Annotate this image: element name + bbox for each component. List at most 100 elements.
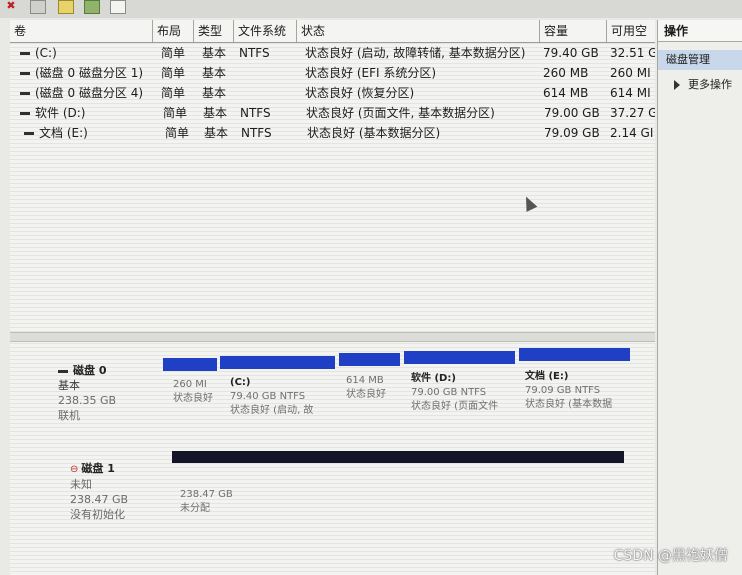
- partition-block[interactable]: 文档 (E:) 79.09 GB NTFS 状态良好 (基本数据: [525, 370, 635, 412]
- partition-bar[interactable]: [163, 358, 217, 371]
- volume-name: 软件 (D:): [35, 106, 86, 120]
- volume-layout: 简单: [163, 106, 188, 120]
- volume-row[interactable]: 文档 (E:) 简单 基本 NTFS 状态良好 (基本数据分区) 79.09 G…: [10, 124, 655, 143]
- column-header-status[interactable]: 状态: [297, 20, 540, 42]
- volume-filesystem: NTFS: [241, 126, 272, 140]
- volume-name: (磁盘 0 磁盘分区 1): [35, 66, 144, 80]
- disk-0-type: 基本: [58, 379, 80, 392]
- action-more-actions[interactable]: 更多操作: [688, 77, 732, 93]
- toolbar: ✖: [0, 0, 742, 18]
- volume-row[interactable]: (磁盘 0 磁盘分区 1) 简单 基本 状态良好 (EFI 系统分区) 260 …: [10, 64, 655, 83]
- volume-capacity: 79.40 GB: [543, 46, 599, 60]
- volume-free: 260 MI: [610, 66, 651, 80]
- volume-free: 614 MI: [610, 86, 651, 100]
- partition-name: (C:): [230, 377, 251, 388]
- volume-status: 状态良好 (页面文件, 基本数据分区): [306, 106, 495, 120]
- volume-icon: [20, 112, 30, 115]
- disk-1-type: 未知: [70, 478, 92, 491]
- disk-1-size: 238.47 GB: [70, 493, 129, 506]
- actions-pane: 操作 磁盘管理 更多操作: [657, 20, 742, 575]
- partition-status: 状态良好: [346, 389, 386, 400]
- pane-splitter[interactable]: [10, 332, 655, 342]
- partition-block[interactable]: 260 MI 状态良好: [173, 378, 219, 406]
- volume-status: 状态良好 (恢复分区): [305, 86, 415, 100]
- properties-icon[interactable]: [84, 0, 100, 14]
- window-icon[interactable]: [110, 0, 126, 14]
- volume-capacity: 614 MB: [543, 86, 589, 100]
- column-header-free[interactable]: 可用空: [607, 20, 655, 42]
- volume-type: 基本: [202, 46, 227, 60]
- unallocated-size: 238.47 GB: [180, 489, 233, 500]
- volume-free: 32.51 G: [610, 46, 655, 60]
- disk-icon: [58, 369, 68, 373]
- disk-1-info[interactable]: ⊖ 磁盘 1 未知 238.47 GB 没有初始化: [70, 461, 128, 522]
- volume-filesystem: NTFS: [240, 106, 271, 120]
- expand-arrow-icon: [674, 80, 680, 90]
- volume-status: 状态良好 (基本数据分区): [307, 126, 441, 140]
- partition-size: 79.00 GB NTFS: [411, 387, 487, 398]
- action-disk-management[interactable]: 磁盘管理: [658, 50, 742, 70]
- partition-size: 614 MB: [346, 375, 384, 386]
- volume-capacity: 79.00 GB: [544, 106, 600, 120]
- partition-size: 79.09 GB NTFS: [525, 385, 601, 396]
- disk-0-info[interactable]: 磁盘 0 基本 238.35 GB 联机: [58, 363, 116, 423]
- disk-0-size: 238.35 GB: [58, 394, 117, 407]
- unallocated-block[interactable]: 238.47 GB 未分配: [180, 488, 233, 516]
- volume-layout: 简单: [161, 86, 186, 100]
- volume-layout: 简单: [161, 46, 186, 60]
- disk-1-title: 磁盘 1: [81, 462, 115, 475]
- partition-status: 状态良好: [173, 393, 213, 404]
- volume-capacity: 260 MB: [543, 66, 589, 80]
- partition-bar[interactable]: [220, 356, 335, 369]
- partition-bar[interactable]: [519, 348, 630, 361]
- column-header-layout[interactable]: 布局: [153, 20, 194, 42]
- partition-status: 状态良好 (页面文件: [411, 401, 499, 412]
- volume-type: 基本: [203, 106, 228, 120]
- column-header-volume[interactable]: 卷: [10, 20, 153, 42]
- check-icon[interactable]: [30, 0, 46, 14]
- partition-bar[interactable]: [339, 353, 400, 366]
- volume-row[interactable]: (磁盘 0 磁盘分区 4) 简单 基本 状态良好 (恢复分区) 614 MB 6…: [10, 84, 655, 103]
- partition-block[interactable]: 614 MB 状态良好: [346, 374, 402, 402]
- partition-size: 260 MI: [173, 379, 207, 390]
- partition-bar[interactable]: [404, 351, 515, 364]
- main-pane: 卷 布局 类型 文件系统 状态 容量 可用空 (C:) 简单 基本 NTFS 状…: [10, 20, 655, 575]
- partition-status: 状态良好 (启动, 故: [230, 405, 314, 416]
- volume-type: 基本: [204, 126, 229, 140]
- partition-name: 软件 (D:): [411, 373, 456, 384]
- column-header-filesystem[interactable]: 文件系统: [234, 20, 297, 42]
- disk-0-status: 联机: [58, 409, 80, 422]
- volume-icon: [20, 72, 30, 75]
- unallocated-label: 未分配: [180, 503, 210, 514]
- volume-layout: 简单: [165, 126, 190, 140]
- close-icon[interactable]: ✖: [4, 0, 18, 12]
- volume-filesystem: NTFS: [239, 46, 270, 60]
- column-header-type[interactable]: 类型: [194, 20, 234, 42]
- volume-free: 37.27 G: [610, 106, 655, 120]
- volume-icon: [20, 92, 30, 95]
- partition-block[interactable]: 软件 (D:) 79.00 GB NTFS 状态良好 (页面文件: [411, 372, 519, 414]
- volume-capacity: 79.09 GB: [544, 126, 600, 140]
- actions-header: 操作: [658, 20, 742, 42]
- volume-icon: [24, 132, 34, 135]
- partition-status: 状态良好 (基本数据: [525, 399, 613, 410]
- volume-icon: [20, 52, 30, 55]
- volume-name: (C:): [35, 46, 57, 60]
- volume-type: 基本: [202, 66, 227, 80]
- mouse-cursor-icon: [520, 194, 538, 212]
- volume-row[interactable]: (C:) 简单 基本 NTFS 状态良好 (启动, 故障转储, 基本数据分区) …: [10, 44, 655, 63]
- folder-icon[interactable]: [58, 0, 74, 14]
- volume-layout: 简单: [161, 66, 186, 80]
- volume-name: (磁盘 0 磁盘分区 4): [35, 86, 144, 100]
- volume-row[interactable]: 软件 (D:) 简单 基本 NTFS 状态良好 (页面文件, 基本数据分区) 7…: [10, 104, 655, 123]
- partition-block[interactable]: (C:) 79.40 GB NTFS 状态良好 (启动, 故: [230, 376, 338, 418]
- disk-0-title: 磁盘 0: [73, 364, 107, 377]
- column-header-capacity[interactable]: 容量: [540, 20, 607, 42]
- unallocated-bar[interactable]: [172, 451, 624, 463]
- volume-name: 文档 (E:): [39, 126, 88, 140]
- partition-name: 文档 (E:): [525, 371, 569, 382]
- volume-type: 基本: [202, 86, 227, 100]
- watermark: CSDN @黑袍妖僧: [613, 548, 728, 564]
- disk-1-status: 没有初始化: [70, 508, 125, 521]
- volume-free: 2.14 GI: [610, 126, 654, 140]
